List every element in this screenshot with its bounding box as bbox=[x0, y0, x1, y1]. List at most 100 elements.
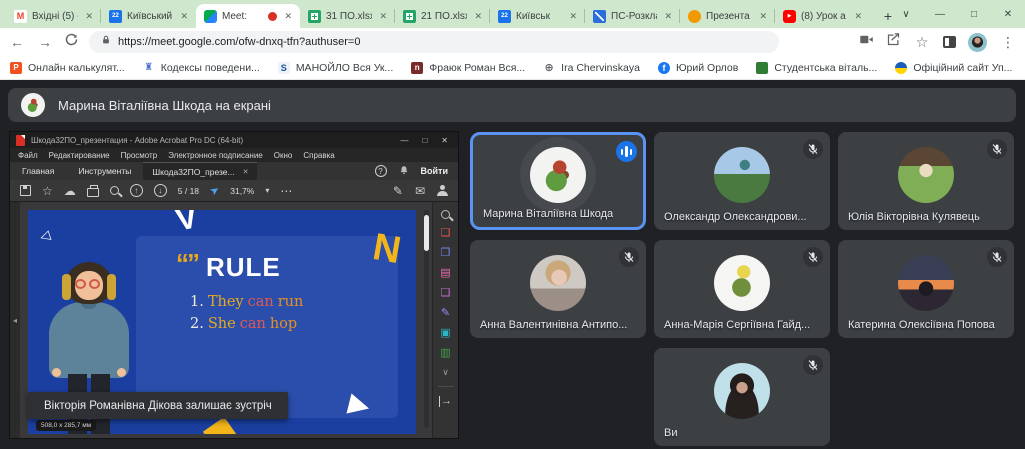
close-icon[interactable]: ✕ bbox=[377, 10, 389, 23]
close-icon[interactable]: ✕ bbox=[472, 10, 484, 23]
bookmark-item[interactable]: n Фраюк Роман Вся... bbox=[411, 62, 525, 74]
search-icon bbox=[110, 186, 119, 195]
mic-off-icon bbox=[803, 355, 823, 375]
tab-calendar-2[interactable]: 22 Київськ ✕ bbox=[490, 4, 585, 28]
tab-sheets-31[interactable]: 31 ПО.xlsx ✕ bbox=[300, 4, 395, 28]
document-scrollbar bbox=[424, 210, 429, 428]
side-panel-icon[interactable] bbox=[943, 36, 956, 48]
avatar bbox=[530, 255, 586, 311]
mic-off-icon bbox=[619, 247, 639, 267]
participant-tile-self[interactable]: Ви bbox=[654, 348, 830, 446]
zoom-dropdown-icon: ▾ bbox=[265, 187, 269, 195]
lock-icon bbox=[101, 33, 111, 51]
reload-icon[interactable] bbox=[64, 32, 79, 52]
participant-tile[interactable]: Марина Віталіївна Шкода bbox=[470, 132, 646, 230]
print-icon bbox=[87, 188, 99, 197]
toast-text: Вікторія Романівна Дікова залишає зустрі… bbox=[44, 400, 272, 412]
bookmark-item[interactable]: S МАНОЙЛО Вся Ук... bbox=[278, 62, 393, 74]
tab-presentation[interactable]: Презента ✕ bbox=[680, 4, 775, 28]
tab-youtube[interactable]: ▶ (8) Урок а ✕ bbox=[775, 4, 870, 28]
browser-tab-strip: M Вхідні (5) - ✕ 22 Київський ✕ Meet: ✕ … bbox=[0, 0, 1025, 28]
bookmark-label: Юрий Орлов bbox=[676, 62, 738, 74]
tab-sheets-21[interactable]: 21 ПО.xlsx ✕ bbox=[395, 4, 490, 28]
bookmark-item[interactable]: ⊕ Ira Chervinskaya bbox=[543, 62, 640, 74]
share-icon[interactable] bbox=[886, 32, 901, 52]
close-window-button[interactable]: ✕ bbox=[991, 0, 1025, 28]
shield-icon bbox=[756, 62, 768, 74]
facebook-icon: f bbox=[658, 62, 670, 74]
close-icon[interactable]: ✕ bbox=[83, 10, 95, 23]
envelope-icon: ✉ bbox=[415, 185, 425, 197]
bookmark-star-icon[interactable]: ☆ bbox=[913, 34, 931, 51]
menu-edit: Редактирование bbox=[49, 151, 110, 160]
acrobat-tab-row: Главная Инструменты Шкода32ПО_презе... ✕… bbox=[10, 162, 458, 180]
minimize-button[interactable]: — bbox=[923, 0, 957, 28]
bookmark-item[interactable]: Студентська віталь... bbox=[756, 62, 877, 74]
avatar bbox=[530, 147, 586, 203]
save-icon bbox=[20, 185, 31, 196]
participant-tile[interactable]: Олександр Олександрови... bbox=[654, 132, 830, 230]
bookmark-item[interactable]: Офіційний сайт Уп... bbox=[895, 62, 1012, 74]
calendar-icon: 22 bbox=[109, 10, 122, 23]
schedule-icon bbox=[593, 10, 606, 23]
avatar bbox=[898, 255, 954, 311]
collapse-left-icon: ◂ bbox=[13, 316, 17, 325]
acrobat-toolbar: ☆ ☁ ↑ ↓ 5 / 18 ➤ 31,7% ▾ ⋯ ✎ ✉ bbox=[10, 180, 458, 202]
tab-label: Київський bbox=[127, 11, 173, 22]
profile-avatar[interactable] bbox=[968, 33, 987, 52]
participant-name: Юлія Вікторівна Кулявець bbox=[848, 211, 980, 223]
more-tools-green-icon: ▥ bbox=[440, 348, 450, 359]
sign-in-button: Войти bbox=[421, 166, 448, 176]
select-cursor-icon: ➤ bbox=[207, 183, 222, 199]
tab-schedule[interactable]: ПС-Розкла ✕ bbox=[585, 4, 680, 28]
send-review-icon: ▣ bbox=[440, 328, 450, 339]
close-icon[interactable]: ✕ bbox=[178, 10, 190, 23]
bookmark-item[interactable]: f Юрий Орлов bbox=[658, 62, 738, 74]
menu-help: Справка bbox=[303, 151, 334, 160]
tab-meet-active[interactable]: Meet: ✕ bbox=[196, 4, 300, 28]
close-icon[interactable]: ✕ bbox=[662, 10, 674, 23]
close-icon[interactable]: ✕ bbox=[567, 10, 579, 23]
left-panel-collapse: ◂ bbox=[10, 202, 20, 438]
close-icon[interactable]: ✕ bbox=[757, 10, 769, 23]
tab-search-icon[interactable]: ∨ bbox=[889, 0, 923, 28]
meet-icon bbox=[204, 10, 217, 23]
participants-grid: Марина Віталіївна Шкода Олександр Олекса… bbox=[470, 132, 1014, 446]
acrobat-titlebar: Шкода32ПО_презентация - Adobe Acrobat Pr… bbox=[10, 132, 458, 148]
acrobat-menubar: Файл Редактирование Просмотр Электронное… bbox=[10, 148, 458, 162]
gmail-icon: M bbox=[14, 10, 27, 23]
chevron-down-icon: ∨ bbox=[442, 368, 449, 377]
tab-gmail[interactable]: M Вхідні (5) - ✕ bbox=[6, 4, 101, 28]
back-icon[interactable]: ← bbox=[8, 34, 26, 50]
participant-tile[interactable]: Анна-Марія Сергіївна Гайд... bbox=[654, 240, 830, 338]
tab-label: 21 ПО.xlsx bbox=[421, 11, 467, 22]
avatar bbox=[714, 147, 770, 203]
menu-window: Окно bbox=[274, 151, 293, 160]
browser-menu-icon[interactable]: ⋮ bbox=[999, 34, 1017, 51]
forward-icon[interactable]: → bbox=[36, 34, 54, 50]
url-text: https://meet.google.com/ofw-dnxq-tfn?aut… bbox=[118, 36, 360, 48]
yellow-shape-decoration bbox=[203, 417, 239, 434]
glasses-icon bbox=[75, 279, 100, 289]
globe-icon: ⊕ bbox=[543, 62, 555, 74]
participant-tile[interactable]: Юлія Вікторівна Кулявець bbox=[838, 132, 1014, 230]
acrobat-window-title: Шкода32ПО_презентация - Adobe Acrobat Pr… bbox=[31, 136, 394, 145]
previous-page-icon: ↑ bbox=[130, 184, 143, 197]
export-pdf-icon: ❐ bbox=[441, 248, 451, 259]
participant-name: Катерина Олексіївна Попова bbox=[848, 319, 995, 331]
participant-name: Олександр Олександрови... bbox=[664, 211, 807, 223]
slide-title: RULE bbox=[206, 252, 281, 283]
bookmark-item[interactable]: ♜ Кодексы поведени... bbox=[143, 62, 260, 74]
participant-tile[interactable]: Катерина Олексіївна Попова bbox=[838, 240, 1014, 338]
mic-off-icon bbox=[987, 139, 1007, 159]
participant-tile[interactable]: Анна Валентинівна Антипо... bbox=[470, 240, 646, 338]
youtube-icon: ▶ bbox=[783, 10, 796, 23]
close-icon[interactable]: ✕ bbox=[852, 10, 864, 23]
maximize-button[interactable]: □ bbox=[957, 0, 991, 28]
tab-calendar[interactable]: 22 Київський ✕ bbox=[101, 4, 196, 28]
close-icon[interactable]: ✕ bbox=[282, 10, 294, 23]
bookmark-item[interactable]: P Онлайн калькулят... bbox=[10, 62, 125, 74]
media-camera-icon[interactable] bbox=[859, 32, 874, 52]
acrobat-document-tab: Шкода32ПО_презе... ✕ bbox=[143, 162, 257, 180]
address-bar[interactable]: https://meet.google.com/ofw-dnxq-tfn?aut… bbox=[89, 31, 779, 53]
